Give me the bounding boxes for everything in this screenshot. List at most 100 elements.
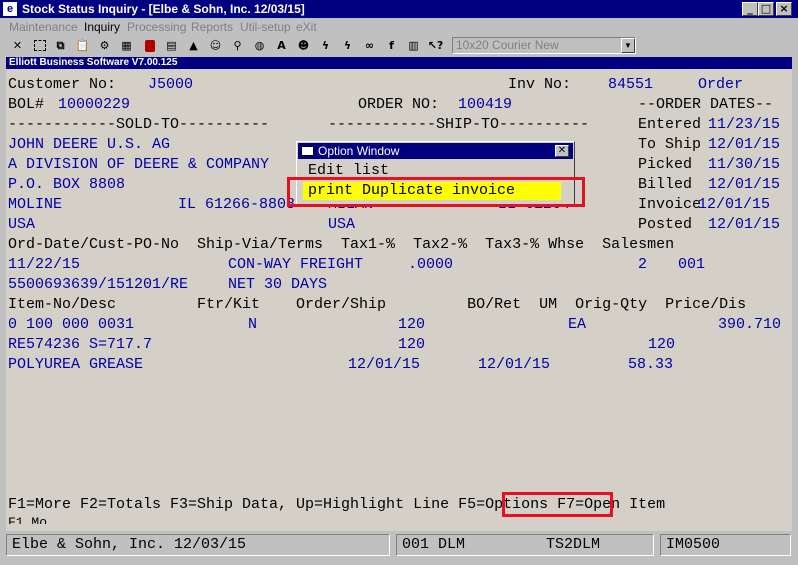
ship-to-country: USA	[328, 216, 356, 233]
sold-to-line-1: JOHN DEERE U.S. AG	[8, 136, 171, 153]
status-screen-code: IM0500	[660, 534, 791, 556]
item-order-qty: 120	[398, 316, 426, 333]
minimize-icon[interactable]: _	[742, 2, 758, 16]
cust-po: 5500693639/151201/RE	[8, 276, 189, 293]
function-icon[interactable]: f	[383, 37, 400, 54]
date-label-posted: Posted	[638, 216, 693, 233]
date-label-billed: Billed	[638, 176, 693, 193]
status-terminal: 001 DLM TS2DLM	[396, 534, 654, 556]
lightning2-icon[interactable]: ϟ	[339, 37, 356, 54]
close-x-icon[interactable]: ✕	[9, 37, 26, 54]
order-no-label: ORDER NO:	[358, 96, 440, 113]
callout-f5-options	[502, 492, 613, 517]
item-amount: 58.33	[628, 356, 674, 373]
customer-label: Customer No:	[8, 76, 117, 93]
fkeys-prefix: F1=More F2=Totals F3=Ship Data, Up=Highl…	[8, 496, 450, 513]
option-window-title: Option Window	[318, 144, 400, 158]
sold-to-line-2: A DIVISION OF DEERE & COMPANY	[8, 156, 270, 173]
close-icon[interactable]: ×	[776, 2, 792, 16]
order-dates-label: --ORDER DATES--	[638, 96, 774, 113]
status-terminal-id: TS2DLM	[546, 536, 601, 553]
item-date-1: 12/01/15	[348, 356, 421, 373]
font-icon[interactable]: A	[273, 37, 290, 54]
menu-reports[interactable]: Reports	[191, 20, 233, 34]
menu-maintenance[interactable]: Maintenance	[9, 20, 78, 34]
inv-label: Inv No:	[508, 76, 572, 93]
item-no[interactable]: 0 100 000 0031	[8, 316, 134, 334]
item-ftr: N	[248, 316, 258, 333]
maximize-icon[interactable]: □	[758, 2, 774, 16]
link-icon[interactable]: ∞	[361, 37, 378, 54]
warning-icon[interactable]: ▲	[185, 37, 202, 54]
window-icon	[301, 146, 314, 156]
menu-inquiry[interactable]: Inquiry	[84, 20, 120, 34]
clipped-line: F1 Mo	[8, 515, 48, 524]
date-invoice: 12/01/15	[698, 196, 771, 213]
menu-util-setup[interactable]: Util-setup	[240, 20, 291, 34]
ship-via: CON-WAY FREIGHT	[228, 256, 364, 273]
font-select-value: 10x20 Courier New	[456, 38, 559, 52]
item-ship-qty: 120	[398, 336, 426, 353]
sold-to-state-zip: IL 61266-8808	[178, 196, 296, 213]
date-label-picked: Picked	[638, 156, 693, 173]
copy-icon[interactable]: ⧉	[52, 37, 69, 54]
date-entered: 11/23/15	[708, 116, 781, 133]
inv-no: 84551	[608, 76, 654, 93]
bol-no: 10000229	[58, 96, 131, 113]
help-pointer-icon[interactable]: ↖?	[427, 37, 444, 54]
item-um: EA	[568, 316, 587, 333]
search-icon[interactable]: ⚲	[229, 37, 246, 54]
print-icon[interactable]: ▤	[163, 37, 180, 54]
sold-to-line-3: P.O. BOX 8808	[8, 176, 126, 193]
select-icon[interactable]	[31, 37, 48, 54]
item-header-row: Item-No/Desc Ftr/Kit Order/Ship BO/Ret U…	[8, 296, 747, 313]
lightning-icon[interactable]: ϟ	[317, 37, 334, 54]
calculator-icon[interactable]: ▦	[118, 37, 135, 54]
document-subtitle: Elliott Business Software V7.00.125	[6, 57, 792, 69]
date-label-invoice: Invoice	[638, 196, 702, 213]
item-desc-2: POLYUREA GREASE	[8, 356, 144, 373]
order-no: 100419	[458, 96, 513, 113]
date-label-to-ship: To Ship	[638, 136, 702, 153]
customer-no: J5000	[148, 76, 194, 93]
toolbar: ✕ ⧉ 📋 ⚙ ▦ ▤ ▲ ☺ ⚲ ◍ A ☻ ϟ ϟ ∞ f ▥ ↖? 10x…	[0, 36, 798, 56]
status-bar: Elbe & Sohn, Inc. 12/03/15 001 DLM TS2DL…	[0, 531, 798, 565]
tax1-value: .0000	[408, 256, 454, 273]
bol-label: BOL#	[8, 96, 45, 113]
callout-print-duplicate	[287, 177, 585, 207]
window-title: Stock Status Inquiry - [Elbe & Sohn, Inc…	[22, 2, 305, 16]
salesman-value: 001	[678, 256, 706, 273]
globe-icon[interactable]: ◍	[251, 37, 268, 54]
person-icon[interactable]: ☺	[207, 37, 224, 54]
item-date-2: 12/01/15	[478, 356, 551, 373]
date-to-ship: 12/01/15	[708, 136, 781, 153]
date-billed: 12/01/15	[708, 176, 781, 193]
sold-to-header: ------------SOLD-TO----------	[8, 116, 270, 133]
menu-processing[interactable]: Processing	[127, 20, 186, 34]
status-company: Elbe & Sohn, Inc. 12/03/15	[6, 534, 390, 556]
notes-icon[interactable]: ▥	[405, 37, 422, 54]
menu-bar: Maintenance Inquiry Processing Reports U…	[0, 18, 798, 36]
whse-value: 2	[638, 256, 648, 273]
item-orig-qty: 120	[648, 336, 676, 353]
terms: NET 30 DAYS	[228, 276, 328, 293]
title-bar: e Stock Status Inquiry - [Elbe & Sohn, I…	[0, 0, 798, 18]
menu-exit[interactable]: eXit	[296, 20, 317, 34]
paste-icon[interactable]: 📋	[74, 37, 91, 54]
font-select[interactable]: 10x20 Courier New ▼	[452, 37, 636, 54]
close-icon[interactable]: ✕	[555, 145, 569, 157]
date-picked: 11/30/15	[708, 156, 781, 173]
stop-icon[interactable]	[141, 37, 158, 54]
settings-icon[interactable]: ⚙	[96, 37, 113, 54]
date-label-entered: Entered	[638, 116, 702, 133]
sold-to-country: USA	[8, 216, 36, 233]
order-header-row: Ord-Date/Cust-PO-No Ship-Via/Terms Tax1-…	[8, 236, 675, 253]
sold-to-city: MOLINE	[8, 196, 63, 213]
ord-date: 11/22/15	[8, 256, 81, 273]
chevron-down-icon[interactable]: ▼	[621, 38, 635, 53]
status-company-code: 001 DLM	[402, 536, 466, 553]
user-icon[interactable]: ☻	[295, 37, 312, 54]
app-logo-icon[interactable]: e	[3, 2, 17, 16]
date-posted: 12/01/15	[708, 216, 781, 233]
terminal-screen[interactable]: Customer No: J5000 Inv No: 84551 Order B…	[6, 69, 792, 531]
